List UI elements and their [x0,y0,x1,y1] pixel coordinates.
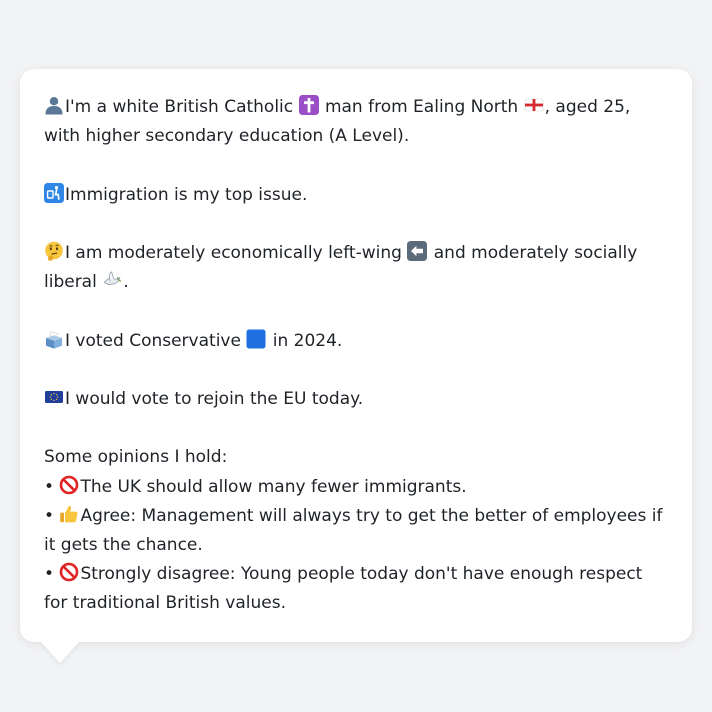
bubble-tail [40,641,80,663]
prohibited-icon [59,562,79,582]
top-issue-line: Immigration is my top issue. [44,181,670,210]
person-icon [44,95,64,115]
thumbs-up-icon [59,504,79,524]
opinion-item: • Strongly disagree: Young people today … [44,562,643,614]
ballot-box-icon [44,329,64,349]
england-flag-icon [524,95,544,115]
message-bubble: I'm a white British Catholic man from Ea… [20,69,692,642]
thinking-face-icon [44,241,64,261]
eu-flag-icon [44,387,64,407]
passport-control-icon [44,182,64,203]
left-arrow-icon [407,240,428,261]
politics-line: I am moderately economically left-wing a… [44,240,638,293]
latin-cross-icon [298,95,319,115]
dove-icon [102,270,122,290]
blue-square-icon [246,329,266,349]
eu-line: I would vote to rejoin the EU today. [44,385,670,414]
vote-2024-line: I voted Conservative in 2024. [44,327,670,356]
identity-line: I'm a white British Catholic man from Ea… [44,95,631,147]
prohibited-icon [59,475,79,495]
opinion-item: • Agree: Management will always try to g… [44,504,663,555]
opinions-header: Some opinions I hold: [44,447,228,468]
opinion-item: • The UK should allow many fewer immigra… [44,475,467,497]
